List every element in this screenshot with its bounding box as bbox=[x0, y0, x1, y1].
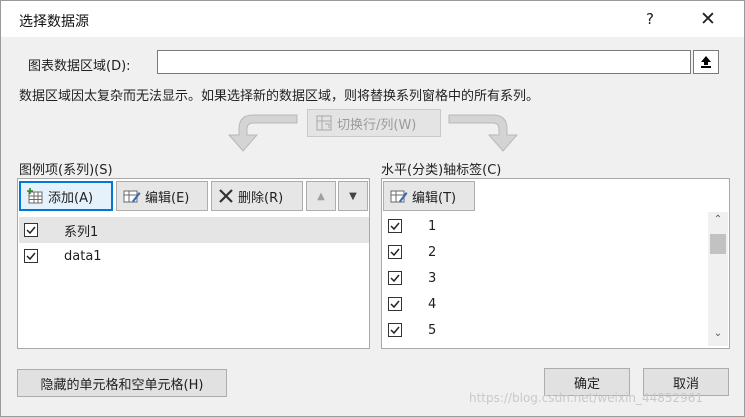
series-checkbox[interactable] bbox=[24, 249, 38, 263]
switch-row-column-label: 切换行/列(W) bbox=[337, 117, 417, 133]
edit-axis-labels-label: 编辑(T) bbox=[412, 190, 457, 206]
collapse-dialog-button[interactable] bbox=[693, 50, 719, 74]
cancel-label: 取消 bbox=[672, 376, 699, 392]
edit-axis-labels-button[interactable]: 编辑(T) bbox=[383, 181, 475, 211]
add-table-icon bbox=[27, 188, 43, 204]
series-label: 系列1 bbox=[64, 224, 99, 240]
axis-label-checkbox[interactable] bbox=[388, 297, 402, 311]
move-down-button[interactable]: ▼ bbox=[338, 181, 368, 211]
switch-row-column-button[interactable]: 切换行/列(W) bbox=[307, 109, 441, 137]
axis-label-value: 5 bbox=[428, 322, 437, 338]
axis-label-value: 1 bbox=[428, 218, 437, 234]
axis-label-value: 4 bbox=[428, 296, 437, 312]
checkmark-icon bbox=[390, 326, 400, 335]
hidden-empty-cells-button[interactable]: 隐藏的单元格和空单元格(H) bbox=[17, 369, 227, 397]
scroll-up-arrow-icon[interactable]: ⌃ bbox=[708, 214, 728, 230]
scroll-down-arrow-icon[interactable]: ⌄ bbox=[708, 328, 728, 344]
move-up-button[interactable]: ▲ bbox=[306, 181, 336, 211]
axis-label-row[interactable]: 1 bbox=[383, 213, 708, 239]
add-series-button[interactable]: 添加(A) bbox=[19, 181, 113, 211]
title-bar: 选择数据源 ? ✕ bbox=[1, 1, 744, 37]
close-button[interactable]: ✕ bbox=[689, 4, 727, 34]
edit-series-button[interactable]: 编辑(E) bbox=[116, 181, 208, 211]
move-up-icon: ▲ bbox=[317, 190, 325, 202]
add-series-label: 添加(A) bbox=[48, 190, 94, 206]
curved-arrow-right-icon bbox=[448, 114, 519, 152]
axis-label-checkbox[interactable] bbox=[388, 323, 402, 337]
chart-data-range-input[interactable] bbox=[157, 50, 691, 74]
dialog-title: 选择数据源 bbox=[19, 14, 89, 30]
checkmark-icon bbox=[26, 226, 36, 235]
delete-series-label: 删除(R) bbox=[238, 190, 284, 206]
select-data-source-dialog: 选择数据源 ? ✕ 图表数据区域(D): 数据区域因太复杂而无法显示。如果选择新… bbox=[0, 0, 745, 417]
collapse-arrow-icon bbox=[701, 56, 711, 68]
series-checkbox[interactable] bbox=[24, 223, 38, 237]
switch-row-column-icon bbox=[316, 115, 332, 131]
axis-label-checkbox[interactable] bbox=[388, 219, 402, 233]
edit-table-icon bbox=[390, 190, 408, 203]
axis-label-value: 2 bbox=[428, 244, 437, 260]
axis-label-value: 3 bbox=[428, 270, 437, 286]
axis-labels-scrollbar[interactable]: ⌃ ⌄ bbox=[708, 212, 728, 346]
checkmark-icon bbox=[390, 300, 400, 309]
legend-entries-panel: 添加(A) 编辑(E) 删除(R) ▲ ▼ 系列1 data1 bbox=[17, 178, 370, 349]
checkmark-icon bbox=[26, 252, 36, 261]
axis-labels-label: 水平(分类)轴标签(C) bbox=[381, 163, 502, 178]
curved-arrow-left-icon bbox=[227, 114, 298, 152]
axis-label-row[interactable]: 5 bbox=[383, 317, 708, 343]
delete-series-button[interactable]: 删除(R) bbox=[211, 181, 303, 211]
axis-label-checkbox[interactable] bbox=[388, 245, 402, 259]
series-label: data1 bbox=[64, 248, 102, 264]
move-down-icon: ▼ bbox=[349, 190, 357, 202]
axis-label-row[interactable]: 3 bbox=[383, 265, 708, 291]
axis-label-row[interactable]: 2 bbox=[383, 239, 708, 265]
axis-labels-panel: 编辑(T) 1 2 3 4 5 bbox=[381, 178, 730, 349]
help-button[interactable]: ? bbox=[633, 4, 667, 34]
axis-label-checkbox[interactable] bbox=[388, 271, 402, 285]
series-row[interactable]: 系列1 bbox=[19, 217, 369, 243]
scroll-thumb[interactable] bbox=[710, 234, 726, 254]
delete-x-icon bbox=[219, 189, 233, 203]
checkmark-icon bbox=[390, 222, 400, 231]
legend-entries-label: 图例项(系列)(S) bbox=[19, 163, 113, 178]
edit-table-icon bbox=[123, 190, 141, 203]
hidden-empty-cells-label: 隐藏的单元格和空单元格(H) bbox=[40, 377, 204, 393]
series-row[interactable]: data1 bbox=[19, 243, 369, 269]
ok-label: 确定 bbox=[573, 376, 600, 392]
range-notice-text: 数据区域因太复杂而无法显示。如果选择新的数据区域，则将替换系列窗格中的所有系列。 bbox=[19, 89, 540, 104]
edit-series-label: 编辑(E) bbox=[145, 190, 190, 206]
watermark-text: https://blog.csdn.net/weixin_44852961 bbox=[469, 391, 704, 405]
checkmark-icon bbox=[390, 274, 400, 283]
checkmark-icon bbox=[390, 248, 400, 257]
axis-label-row[interactable]: 4 bbox=[383, 291, 708, 317]
chart-data-range-label: 图表数据区域(D): bbox=[28, 59, 131, 74]
